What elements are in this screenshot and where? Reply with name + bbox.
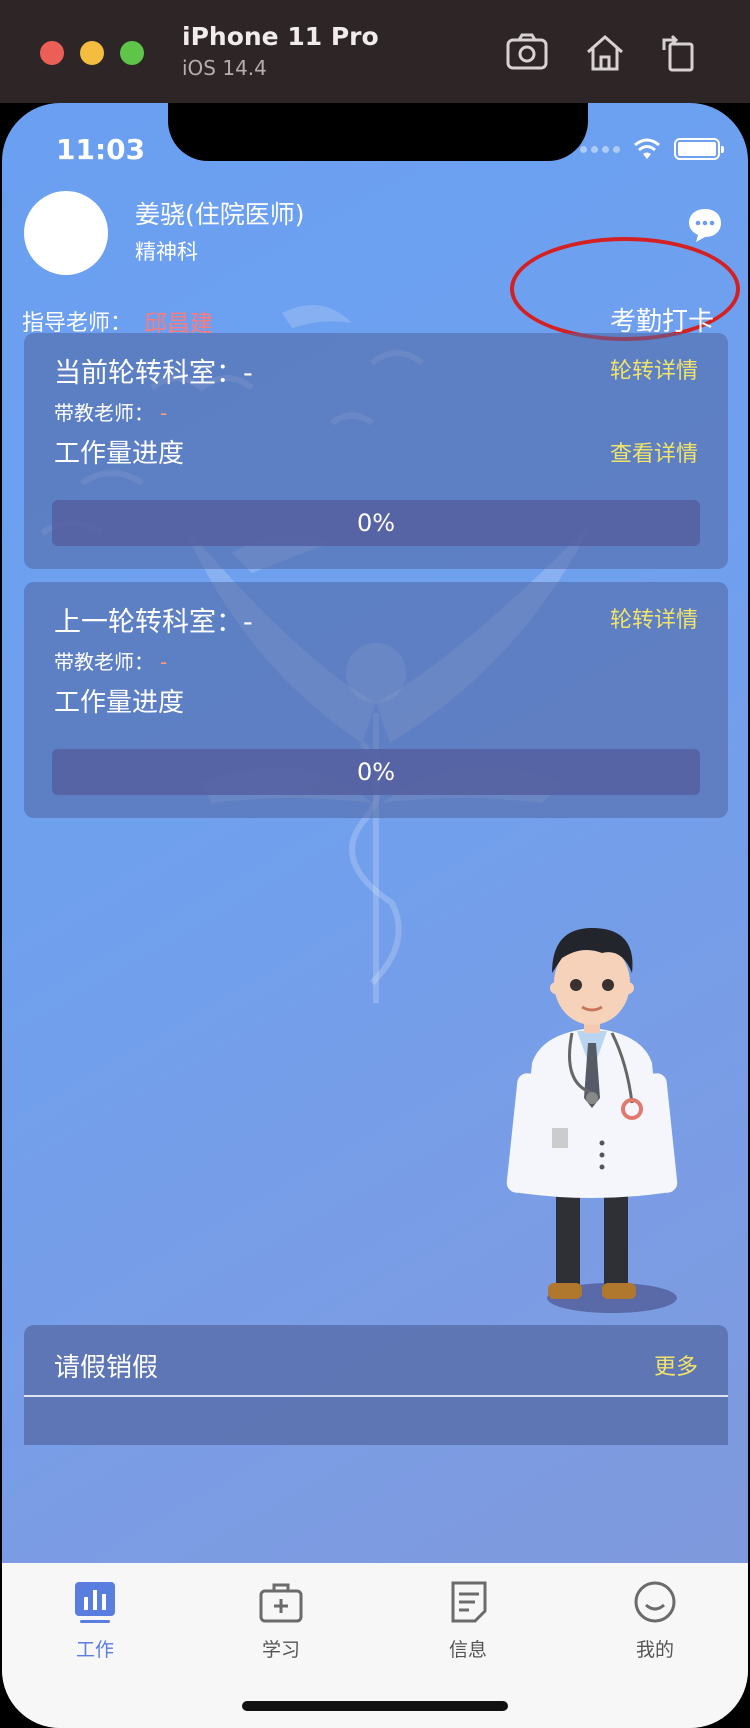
tab-label: 信息: [448, 1639, 487, 1661]
tab-study[interactable]: 学习: [188, 1563, 374, 1673]
tab-label: 学习: [261, 1639, 300, 1661]
current-rotation-title: 当前轮转科室：-: [54, 358, 253, 389]
workload-label: 工作量进度: [54, 688, 185, 718]
previous-rotation-card: 上一轮转科室：- 轮转详情 带教老师： - 工作量进度 0%: [24, 582, 728, 818]
teacher-label: 带教老师：: [54, 401, 154, 425]
home-icon[interactable]: [582, 30, 628, 76]
os-version: iOS 14.4: [182, 56, 267, 80]
tab-work[interactable]: 工作: [2, 1563, 188, 1673]
device-notch: [168, 103, 588, 161]
leave-title: 请假销假: [54, 1353, 159, 1383]
app-screen: 11:03 姜骁(住院医师) 精神科 指导老师： 邱昌建 考勤打卡 当前轮转科室…: [2, 103, 748, 1728]
tab-mine[interactable]: 我的: [562, 1563, 748, 1673]
divider: [24, 1395, 728, 1397]
device-name: iPhone 11 Pro: [182, 22, 379, 51]
workload-label: 工作量进度: [54, 439, 185, 469]
avatar[interactable]: [24, 191, 108, 275]
progress-text: 0%: [356, 509, 396, 537]
user-department: 精神科: [135, 240, 198, 264]
zoom-window-button[interactable]: [120, 41, 144, 65]
status-time: 11:03: [56, 133, 146, 166]
minimize-window-button[interactable]: [80, 41, 104, 65]
previous-rotation-detail-link[interactable]: 轮转详情: [610, 602, 698, 634]
medkit-icon: [259, 1583, 303, 1623]
current-rotation-detail-link[interactable]: 轮转详情: [610, 353, 698, 385]
tab-label: 我的: [635, 1639, 674, 1661]
phone-frame: 11:03 姜骁(住院医师) 精神科 指导老师： 邱昌建 考勤打卡 当前轮转科室…: [0, 103, 750, 1728]
battery-icon: [674, 138, 724, 160]
tab-info[interactable]: 信息: [375, 1563, 561, 1673]
previous-teacher: 带教老师： -: [54, 646, 167, 675]
tab-label: 工作: [75, 1639, 114, 1661]
wifi-icon: [634, 138, 660, 159]
screenshot-icon[interactable]: [504, 30, 550, 76]
rotate-icon[interactable]: [656, 30, 702, 76]
teacher-value: -: [160, 401, 168, 425]
workload-detail-link[interactable]: 查看详情: [610, 436, 698, 468]
previous-rotation-title: 上一轮转科室：-: [54, 607, 253, 638]
doctor-illustration: [506, 928, 678, 1313]
chat-bubble-icon[interactable]: [686, 206, 724, 244]
close-window-button[interactable]: [40, 41, 64, 65]
signal-icon: [580, 145, 620, 153]
user-name: 姜骁(住院医师): [135, 200, 305, 229]
message-icon: [451, 1581, 487, 1623]
leave-section: 请假销假 更多: [24, 1325, 728, 1445]
current-rotation-card: 当前轮转科室：- 轮转详情 带教老师： - 工作量进度 查看详情 0%: [24, 333, 728, 569]
simulator-titlebar: iPhone 11 Pro iOS 14.4: [0, 0, 750, 103]
chart-icon: [75, 1582, 115, 1623]
teacher-value: -: [160, 650, 168, 674]
workload-progress-bar: 0%: [52, 749, 700, 795]
smile-icon: [634, 1581, 676, 1623]
progress-text: 0%: [356, 758, 396, 786]
teacher-label: 带教老师：: [54, 650, 154, 674]
status-indicators: [580, 137, 724, 161]
workload-progress-bar: 0%: [52, 500, 700, 546]
leave-more-link[interactable]: 更多: [654, 1349, 698, 1381]
current-teacher: 带教老师： -: [54, 397, 167, 426]
home-indicator[interactable]: [242, 1701, 508, 1711]
